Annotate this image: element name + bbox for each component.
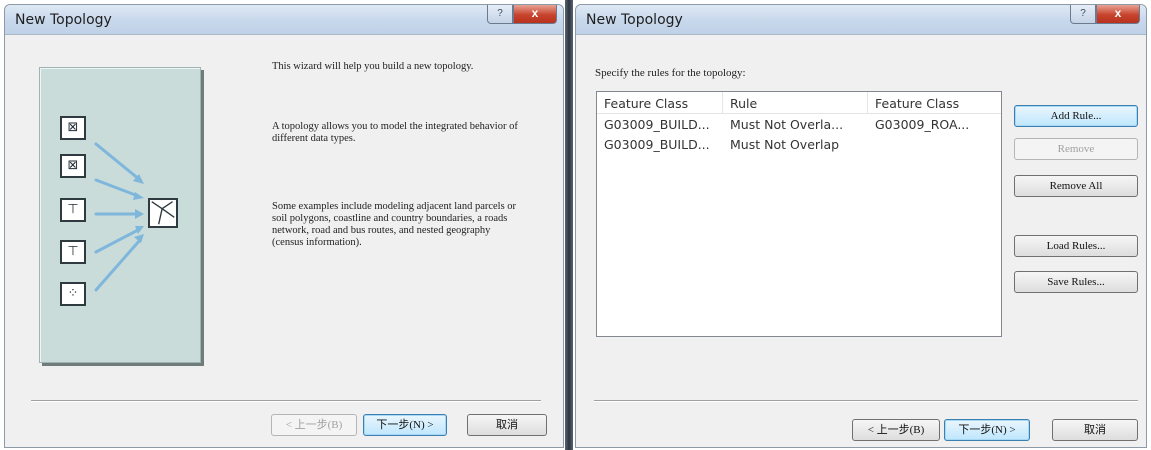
remove-button[interactable]: Remove <box>1014 138 1138 160</box>
close-button[interactable]: x <box>1096 5 1140 24</box>
column-header-feature-class[interactable]: Feature Class <box>597 92 723 113</box>
dialog-title: New Topology <box>15 12 112 28</box>
separator <box>594 400 1138 402</box>
rule-name: Must Not Overlap <box>730 137 840 152</box>
add-rule-button[interactable]: Add Rule... <box>1014 105 1138 127</box>
rules-header: Feature Class Rule Feature Class <box>597 92 1001 114</box>
column-header-rule[interactable]: Rule <box>723 92 868 113</box>
rule-feature-class-2: G03009_ROA... <box>875 117 970 132</box>
new-topology-rules-dialog: New Topology ? x Specify the rules for t… <box>575 4 1147 448</box>
titlebar[interactable]: New Topology ? x <box>5 5 563 35</box>
rule-feature-class-2 <box>868 134 1000 154</box>
remove-all-button[interactable]: Remove All <box>1014 175 1138 197</box>
help-button[interactable]: ? <box>1070 5 1096 24</box>
titlebar[interactable]: New Topology ? x <box>576 5 1146 35</box>
arrow-icon <box>94 142 142 182</box>
rule-feature-class-1: G03009_BUILD... <box>604 137 710 152</box>
rules-prompt: Specify the rules for the topology: <box>595 67 746 79</box>
back-button[interactable]: < 上一步(B) <box>852 419 940 441</box>
arrow-icon <box>94 178 140 198</box>
next-button[interactable]: 下一步(N) > <box>944 419 1030 441</box>
separator <box>31 400 541 402</box>
rules-list[interactable]: Feature Class Rule Feature Class G03009_… <box>596 91 1002 337</box>
column-header-feature-class-2[interactable]: Feature Class <box>868 92 1000 113</box>
topology-description: A topology allows you to model the integ… <box>272 121 518 144</box>
help-button[interactable]: ? <box>487 5 513 24</box>
rule-row[interactable]: G03009_BUILD... Must Not Overla... G0300… <box>597 114 1001 134</box>
next-button[interactable]: 下一步(N) > <box>363 414 447 436</box>
rule-row[interactable]: G03009_BUILD... Must Not Overlap <box>597 134 1001 154</box>
rule-feature-class-1: G03009_BUILD... <box>604 117 710 132</box>
topology-icon <box>148 198 178 228</box>
examples-paragraph: Some examples include modeling adjacent … <box>272 201 517 248</box>
dialog-title: New Topology <box>586 12 683 28</box>
back-button[interactable]: < 上一步(B) <box>271 414 357 436</box>
window-gap <box>565 0 573 450</box>
cancel-button[interactable]: 取消 <box>1052 419 1138 441</box>
save-rules-button[interactable]: Save Rules... <box>1014 271 1138 293</box>
new-topology-intro-dialog: New Topology ? x ⊠ ⊠ ⊤ ⊤ ⁘ This wizard w… <box>4 4 564 448</box>
close-button[interactable]: x <box>513 5 557 24</box>
topology-illustration: ⊠ ⊠ ⊤ ⊤ ⁘ <box>39 67 201 363</box>
load-rules-button[interactable]: Load Rules... <box>1014 235 1138 257</box>
cancel-button[interactable]: 取消 <box>467 414 547 436</box>
rule-name: Must Not Overla... <box>730 117 844 132</box>
intro-paragraph: This wizard will help you build a new to… <box>272 61 474 72</box>
